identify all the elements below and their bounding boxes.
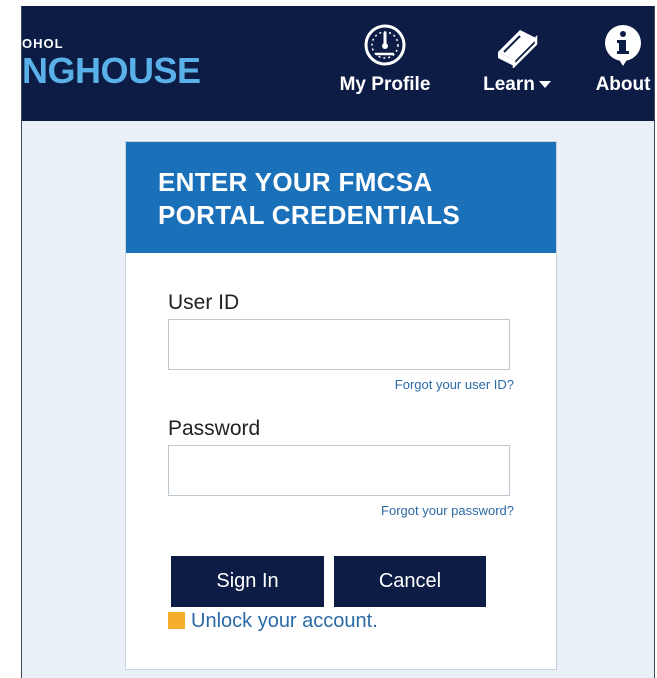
forgot-user-id-link[interactable]: Forgot your user ID? (395, 377, 514, 392)
user-id-input[interactable] (168, 319, 510, 370)
sign-in-button[interactable]: Sign In (171, 556, 324, 607)
nav-my-profile[interactable]: My Profile (330, 22, 440, 96)
nav-about-label: About (595, 74, 651, 95)
site-header: OHOL NGHOUSE My Profile Learn About (22, 6, 654, 121)
nav-learn[interactable]: Learn (472, 22, 562, 96)
unlock-account-text: Unlock your account. (191, 610, 378, 632)
title-line-2: PORTAL CREDENTIALS (158, 200, 461, 230)
chevron-down-icon (538, 81, 551, 89)
gauge-icon (364, 24, 406, 66)
title-line-1: ENTER YOUR FMCSA (158, 167, 433, 197)
unlock-account-link[interactable]: Unlock your account. (168, 610, 378, 633)
site-logo[interactable]: NGHOUSE (22, 50, 201, 92)
login-card-header: ENTER YOUR FMCSA PORTAL CREDENTIALS (126, 142, 556, 253)
user-id-label: User ID (168, 291, 240, 314)
cancel-button[interactable]: Cancel (334, 556, 486, 607)
login-card: ENTER YOUR FMCSA PORTAL CREDENTIALS User… (125, 141, 557, 670)
password-input[interactable] (168, 445, 510, 496)
info-icon (605, 25, 641, 66)
nav-learn-label: Learn (472, 74, 562, 96)
page-frame: OHOL NGHOUSE My Profile Learn About ENTE… (21, 6, 655, 678)
logo-top-text: OHOL (22, 36, 64, 51)
forgot-password-link[interactable]: Forgot your password? (381, 503, 514, 518)
nav-my-profile-label: My Profile (339, 74, 431, 95)
unlock-square-icon (168, 612, 185, 629)
nav-learn-text: Learn (483, 74, 535, 95)
login-card-title: ENTER YOUR FMCSA PORTAL CREDENTIALS (158, 166, 538, 232)
book-icon (498, 30, 538, 68)
password-label: Password (168, 417, 261, 440)
nav-about[interactable]: About (590, 22, 654, 96)
